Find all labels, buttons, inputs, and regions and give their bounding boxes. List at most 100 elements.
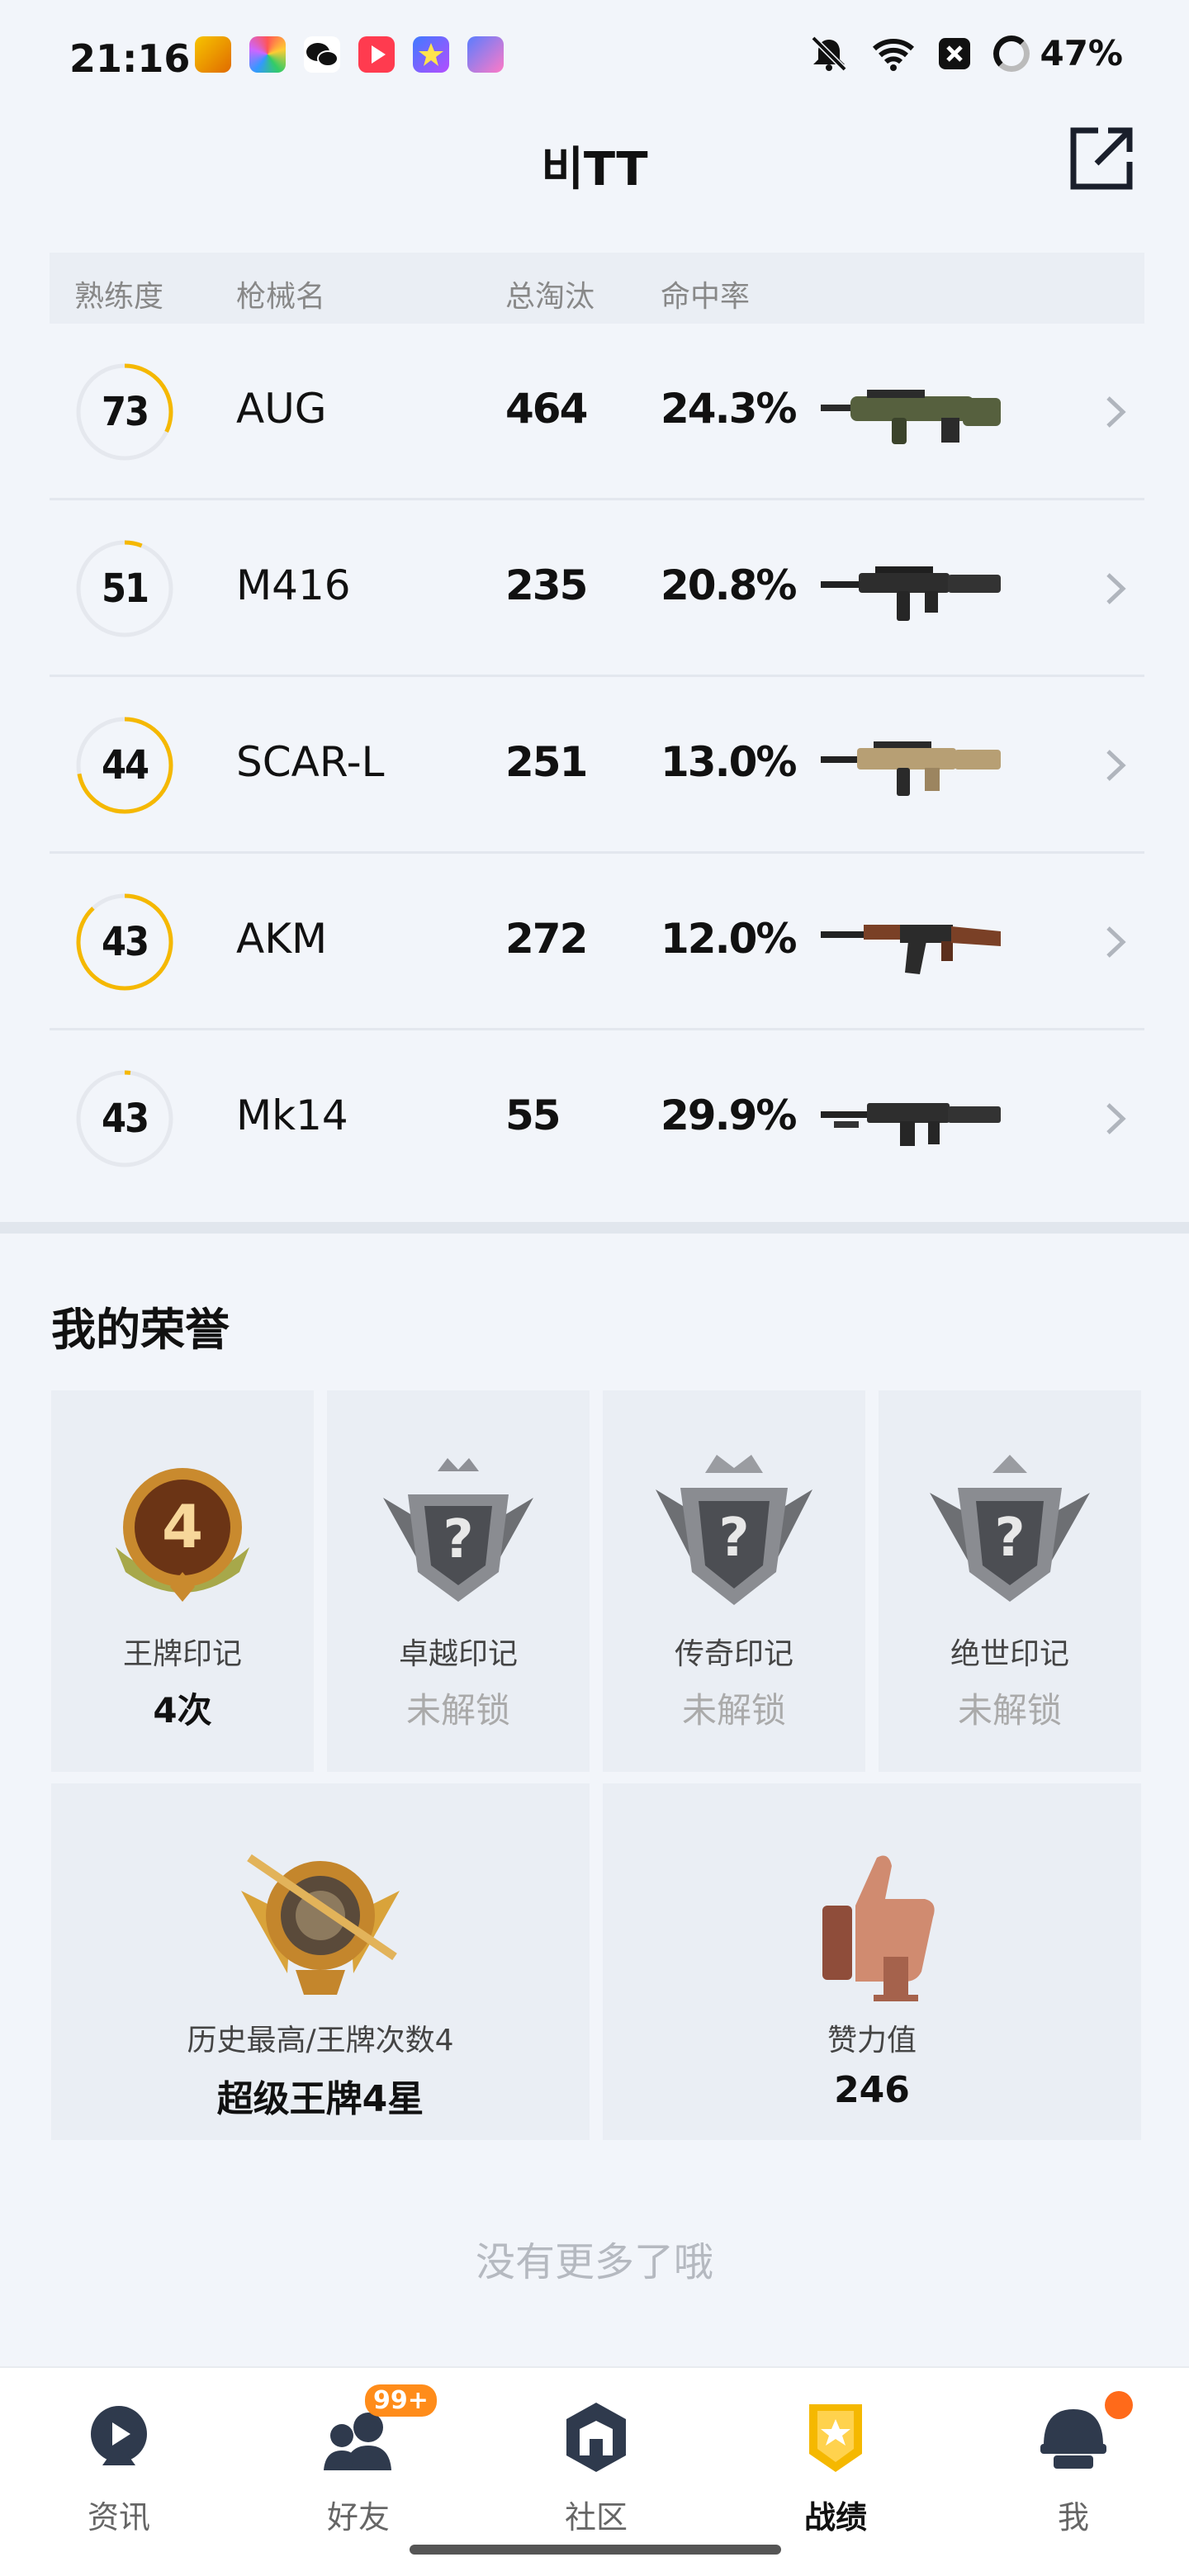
gun-kills: 55 bbox=[505, 1091, 561, 1139]
nav-item-profile[interactable]: 我 bbox=[991, 2384, 1156, 2536]
locked-badge-mark: ? bbox=[994, 1508, 1025, 1569]
weapon-row[interactable]: 51 M416 235 20.8% bbox=[50, 500, 1144, 677]
locked-badge-icon: ? bbox=[930, 1455, 1090, 1602]
profile-icon bbox=[1040, 2409, 1106, 2469]
mk14-rifle-icon bbox=[821, 1103, 1001, 1146]
page-title: 비TT bbox=[541, 143, 648, 197]
mute-icon bbox=[811, 36, 847, 71]
peerless-mark-card[interactable]: ? 绝世印记 未解锁 bbox=[879, 1390, 1141, 1772]
status-time: 21:16 bbox=[69, 36, 191, 81]
section-divider bbox=[0, 1222, 1189, 1234]
legend-mark-card[interactable]: ? 传奇印记 未解锁 bbox=[603, 1390, 865, 1772]
gun-name: Mk14 bbox=[236, 1091, 348, 1139]
gun-accuracy: 13.0% bbox=[661, 738, 797, 786]
end-of-list-text: 没有更多了哦 bbox=[475, 2239, 713, 2285]
column-gun-name: 枪械名 bbox=[236, 280, 326, 314]
locked-badge-icon: ? bbox=[383, 1458, 533, 1602]
ace-badge-icon: 4 bbox=[116, 1468, 249, 1602]
star-app-icon bbox=[413, 36, 449, 73]
honor-section-title: 我的荣誉 bbox=[51, 1304, 230, 1356]
akm-rifle-icon bbox=[821, 925, 1001, 974]
locked-badge-icon: ? bbox=[656, 1455, 812, 1605]
mastery-value: 43 bbox=[101, 919, 149, 965]
ace-badge-number: 4 bbox=[162, 1492, 203, 1561]
column-mastery: 熟练度 bbox=[74, 280, 164, 314]
badge-name: 绝世印记 bbox=[950, 1637, 1069, 1671]
m416-rifle-icon bbox=[821, 566, 1001, 621]
column-kills: 总淘汰 bbox=[505, 280, 595, 314]
news-icon bbox=[91, 2406, 147, 2465]
notification-icons bbox=[195, 36, 504, 73]
weapon-row[interactable]: 43 Mk14 55 29.9% bbox=[50, 1030, 1144, 1207]
community-icon bbox=[566, 2403, 626, 2472]
nav-label: 社区 bbox=[564, 2499, 628, 2536]
nav-item-stats[interactable]: 战绩 bbox=[753, 2384, 918, 2536]
anime-app-icon bbox=[467, 36, 504, 73]
mastery-value: 73 bbox=[101, 389, 149, 435]
sim-disabled-icon bbox=[939, 37, 971, 69]
badge-value: 未解锁 bbox=[405, 1690, 510, 1731]
weapon-row[interactable]: 73 AUG 464 24.3% bbox=[50, 324, 1144, 500]
highest-rank-card[interactable]: 历史最高/王牌次数4 超级王牌4星 bbox=[51, 1783, 590, 2140]
home-indicator[interactable] bbox=[410, 2545, 781, 2555]
badge-value: 未解锁 bbox=[681, 1690, 786, 1731]
nav-label: 战绩 bbox=[803, 2499, 867, 2536]
badge-name: 卓越印记 bbox=[398, 1637, 518, 1671]
highest-rank-label: 历史最高/王牌次数4 bbox=[187, 2024, 454, 2057]
nav-label: 我 bbox=[1057, 2499, 1089, 2536]
weapon-row[interactable]: 43 AKM 272 12.0% bbox=[50, 854, 1144, 1030]
weapon-table-header: 熟练度 枪械名 总淘汰 命中率 bbox=[50, 253, 1144, 324]
badge-value: 未解锁 bbox=[957, 1690, 1062, 1731]
nav-item-friends[interactable]: 99+ 好友 bbox=[276, 2384, 441, 2536]
column-accuracy: 命中率 bbox=[661, 280, 751, 314]
status-bar: 21:16 47% bbox=[0, 0, 1189, 107]
locked-badge-mark: ? bbox=[718, 1508, 749, 1569]
weapon-row[interactable]: 44 SCAR-L 251 13.0% bbox=[50, 677, 1144, 854]
chevron-right-icon[interactable] bbox=[1103, 1100, 1128, 1138]
ace-rank-icon bbox=[241, 1854, 400, 1995]
gun-accuracy: 12.0% bbox=[661, 915, 797, 963]
wifi-icon bbox=[873, 38, 915, 71]
highest-rank-value: 超级王牌4星 bbox=[216, 2078, 424, 2120]
chevron-right-icon[interactable] bbox=[1103, 923, 1128, 961]
scar-l-rifle-icon bbox=[821, 741, 1001, 796]
battery-icon bbox=[993, 35, 1030, 72]
ace-mark-card[interactable]: 4 王牌印记 4次 bbox=[51, 1390, 314, 1772]
gun-kills: 272 bbox=[505, 915, 588, 963]
likes-card[interactable]: 赞力值 246 bbox=[603, 1783, 1141, 2140]
nav-item-community[interactable]: 社区 bbox=[514, 2384, 679, 2536]
excellence-mark-card[interactable]: ? 卓越印记 未解锁 bbox=[327, 1390, 590, 1772]
nav-item-news[interactable]: 资讯 bbox=[36, 2384, 201, 2536]
badge-name: 王牌印记 bbox=[122, 1637, 242, 1671]
weapon-list: 73 AUG 464 24.3% 51 M416 235 20.8% 44 SC… bbox=[50, 324, 1144, 1207]
thumbs-up-icon bbox=[822, 1855, 935, 2001]
battery-percent: 47% bbox=[1040, 33, 1123, 73]
aug-rifle-icon bbox=[821, 390, 1001, 444]
mastery-value: 43 bbox=[101, 1096, 149, 1142]
gun-name: AUG bbox=[236, 385, 327, 433]
gun-accuracy: 24.3% bbox=[661, 385, 797, 433]
gun-name: SCAR-L bbox=[236, 738, 385, 786]
chevron-right-icon[interactable] bbox=[1103, 570, 1128, 608]
mastery-value: 51 bbox=[101, 566, 149, 612]
photos-app-icon bbox=[249, 36, 286, 73]
badge-name: 传奇印记 bbox=[674, 1637, 793, 1671]
badge-value: 4次 bbox=[153, 1690, 212, 1731]
nav-label: 好友 bbox=[326, 2499, 390, 2536]
nav-label: 资讯 bbox=[87, 2499, 150, 2536]
gun-kills: 235 bbox=[505, 561, 588, 609]
friends-badge: 99+ bbox=[365, 2384, 437, 2417]
gun-accuracy: 29.9% bbox=[661, 1091, 797, 1139]
mastery-value: 44 bbox=[101, 742, 149, 788]
system-status: 47% bbox=[808, 33, 1123, 73]
likes-label: 赞力值 bbox=[827, 2024, 917, 2057]
gun-name: AKM bbox=[236, 915, 328, 963]
wechat-icon bbox=[304, 36, 340, 73]
stats-icon bbox=[809, 2404, 862, 2472]
chevron-right-icon[interactable] bbox=[1103, 393, 1128, 431]
notification-dot bbox=[1105, 2391, 1133, 2419]
share-icon[interactable] bbox=[1067, 124, 1136, 193]
game-app-icon bbox=[195, 36, 231, 73]
chevron-right-icon[interactable] bbox=[1103, 746, 1128, 784]
video-app-icon bbox=[358, 36, 395, 73]
